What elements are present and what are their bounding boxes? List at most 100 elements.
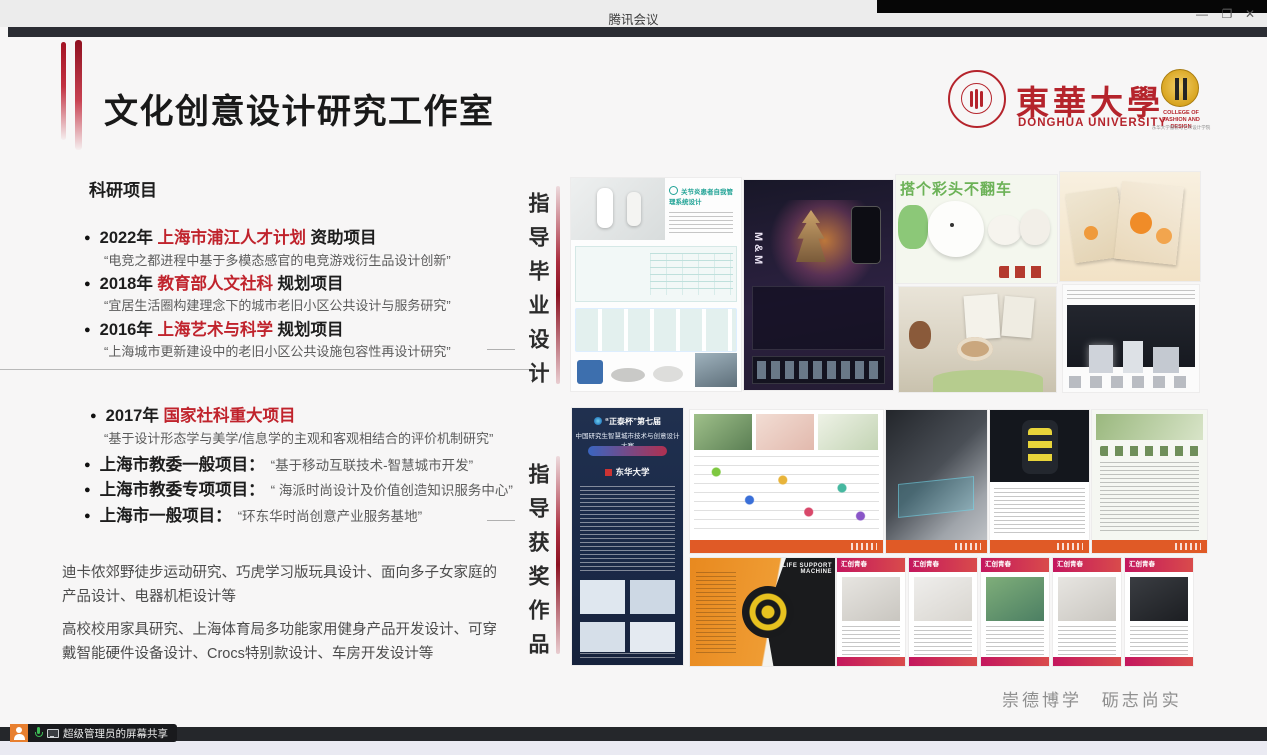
red-vertical-line	[556, 186, 560, 384]
presenter-avatar	[10, 724, 28, 742]
microphone-icon	[34, 727, 42, 739]
poster-image	[630, 580, 675, 614]
slide-motto: 崇德博学 砺志尚实	[1002, 686, 1182, 711]
booth	[1089, 345, 1113, 373]
maximize-button[interactable]: ❐	[1218, 5, 1236, 23]
item-prefix: 2016年	[100, 321, 158, 339]
simulated-text	[1130, 626, 1188, 656]
project-label: 上海市教委一般项目：	[100, 456, 265, 474]
research-item-quote: “基于设计形态学与美学/信息学的主观和客观相结合的评价机制研究”	[104, 428, 493, 447]
sketch-area	[694, 456, 879, 536]
bullet-icon: ●	[90, 410, 97, 422]
college-badge-icon	[1161, 69, 1199, 107]
poster-image	[580, 622, 625, 652]
poster-photo-area	[990, 410, 1089, 482]
award-poster-product-sketches	[690, 410, 883, 553]
display-card	[1001, 296, 1034, 338]
item-suffix: 规划项目	[273, 321, 344, 339]
donghua-university-seal-icon	[948, 70, 1006, 128]
poster-footer	[981, 657, 1049, 666]
award-poster-huichuang: 汇创青春	[837, 558, 905, 666]
bullet-icon: ●	[84, 278, 91, 290]
simulated-text	[986, 626, 1044, 656]
project-row: ●上海市教委专项项目：“ 海派时尚设计及价值创造知识服务中心”	[84, 476, 513, 500]
college-name-cn: 东华大学服装与艺术设计学院	[1150, 125, 1212, 131]
vest-render	[1022, 420, 1058, 474]
poster-photo-area	[818, 414, 878, 450]
simulated-text	[842, 626, 900, 656]
poster-photo-area	[756, 414, 814, 450]
award-poster-huichuang: 汇创青春	[981, 558, 1049, 666]
section-heading-research: 科研项目	[89, 176, 157, 201]
simulated-text	[669, 212, 733, 236]
red-vertical-line	[556, 456, 560, 654]
poster-photo-area	[842, 577, 900, 621]
experience-paragraph: 迪卡侬郊野徒步运动研究、巧虎学习版玩具设计、面向多子女家庭的产品设计、电器机柜设…	[62, 561, 510, 609]
poster-footer	[1092, 540, 1207, 553]
poster-photo-area	[695, 353, 737, 387]
item-prefix: 2018年	[100, 275, 158, 293]
device-render	[597, 188, 613, 228]
grad-poster-arthritis-system: 关节炎患者自我管理系统设计	[571, 178, 741, 391]
poster-header: 汇创青春	[981, 558, 1049, 572]
seal-petal	[980, 91, 983, 107]
poster-footer	[837, 657, 905, 666]
screen-share-indicator[interactable]: 超级管理员的屏幕共享	[10, 724, 177, 742]
project-quote: “ 海派时尚设计及价值创造知识服务中心”	[271, 483, 513, 498]
seal-petal	[970, 91, 973, 107]
tencent-meeting-window: 腾讯会议 — ❐ ✕ 文化创意设计研究工作室 東華大學 DONGHUA UNIV…	[0, 0, 1267, 755]
grad-poster-exhibition	[1063, 285, 1199, 392]
simulated-text	[696, 572, 736, 656]
item-highlight: 国家社科重大项目	[163, 407, 295, 425]
tick-line	[487, 349, 515, 350]
minimize-button[interactable]: —	[1193, 5, 1211, 23]
exhibition-render	[1067, 305, 1195, 367]
simulated-text	[1067, 290, 1195, 300]
seal-inner	[961, 83, 992, 114]
item-highlight: 上海市浦江人才计划	[157, 229, 306, 247]
project-quote: “基于移动互联技术-智慧城市开发”	[271, 458, 474, 473]
phone-mockup	[851, 206, 881, 264]
research-item: ●2022年 上海市浦江人才计划 资助项目	[84, 224, 377, 248]
poster-footer	[690, 540, 883, 553]
poster-title: M&M	[752, 232, 764, 267]
project-row: ● 上海市教委一般项目： “基于移动互联技术-智慧城市开发”	[84, 451, 473, 475]
simulated-text	[580, 653, 675, 661]
booth	[1123, 341, 1143, 373]
project-row: ●上海市一般项目：“环东华时尚创意产业服务基地”	[84, 502, 422, 526]
plush-toy	[988, 215, 1022, 245]
icon-strip	[752, 356, 885, 384]
share-bubble[interactable]: 超级管理员的屏幕共享	[28, 724, 177, 742]
section-divider	[0, 369, 537, 370]
product-photo	[653, 366, 683, 382]
plush-toy	[1020, 209, 1050, 245]
experience-paragraph: 高校校用家具研究、上海体育局多功能家用健身产品开发设计、可穿戴智能硬件设备设计、…	[62, 618, 510, 666]
craft-item	[909, 321, 931, 349]
poster-photo-area	[694, 414, 752, 450]
award-poster-car-interior	[886, 410, 987, 553]
simulated-text	[1058, 626, 1116, 656]
award-poster-huichuang: 汇创青春	[1053, 558, 1121, 666]
poster-footer	[1053, 657, 1121, 666]
award-poster-green-architecture	[1092, 410, 1207, 553]
poster-header: 汇创青春	[909, 558, 977, 572]
orange-illustration	[1084, 226, 1098, 240]
plate-item	[957, 337, 993, 361]
device-render	[627, 192, 641, 226]
poster-title: 搭个彩头不翻车	[900, 178, 1056, 199]
poster-footer	[909, 657, 977, 666]
poster-photo-area	[914, 577, 972, 621]
competition-banner	[588, 446, 667, 456]
vertical-label-awards: 指导获奖作品	[522, 463, 552, 667]
project-quote: “环东华时尚创意产业服务基地”	[238, 509, 423, 524]
shared-screen-bottom-strip	[0, 727, 1267, 741]
grad-poster-table-display	[899, 287, 1056, 392]
close-button[interactable]: ✕	[1241, 5, 1259, 23]
university-name-en: DONGHUA UNIVERSITY	[1018, 117, 1167, 129]
thumbnail-row	[1100, 446, 1199, 456]
diagram-band	[575, 246, 737, 302]
orange-illustration	[1156, 228, 1172, 244]
bullet-icon: ●	[84, 459, 91, 471]
window-bottom-edge	[0, 741, 1267, 755]
research-item-quote: “宜居生活圈构建理念下的城市老旧小区公共设计与服务研究”	[104, 295, 451, 314]
